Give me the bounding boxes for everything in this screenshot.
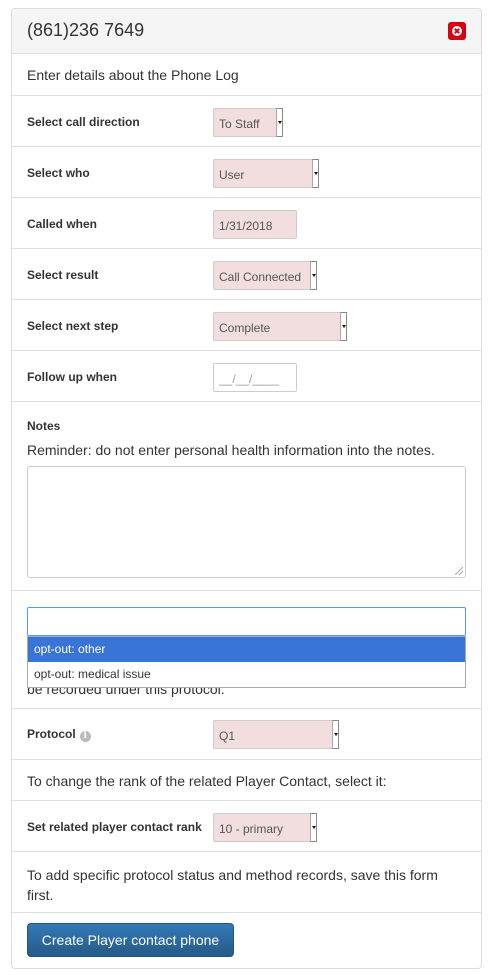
result-row: Select result Call Connected (12, 248, 481, 300)
protocol-label: Protocol (27, 727, 76, 741)
result-label: Select result (27, 268, 99, 282)
chevron-down-icon (340, 312, 347, 341)
notes-textarea[interactable] (27, 466, 466, 578)
call-direction-select[interactable]: To Staff (213, 108, 283, 137)
dropdown-option[interactable]: opt-out: medical issue (28, 662, 465, 687)
chevron-down-icon (312, 159, 319, 188)
called-when-label: Called when (27, 217, 98, 231)
follow-up-input[interactable]: __/__/____ (213, 363, 297, 392)
save-note-row: To add specific protocol status and meth… (12, 851, 481, 913)
save-note: To add specific protocol status and meth… (27, 867, 438, 903)
rank-note: To change the rank of the related Player… (27, 773, 387, 789)
call-direction-row: Select call direction To Staff (12, 95, 481, 147)
result-value: Call Connected (219, 270, 302, 284)
rank-value: 10 - primary (219, 822, 284, 836)
protocol-row: Protocol i Q1 (12, 708, 481, 760)
close-icon[interactable] (448, 22, 466, 40)
phone-log-panel: (861)236 7649 Enter details about the Ph… (11, 8, 482, 969)
who-label: Select who (27, 166, 90, 180)
dropdown-search-input[interactable] (27, 607, 466, 636)
result-select[interactable]: Call Connected (213, 261, 317, 290)
protocol-value: Q1 (219, 729, 236, 743)
protocol-label-wrap: Protocol i (27, 727, 91, 742)
rank-note-row: To change the rank of the related Player… (12, 759, 481, 801)
next-step-select[interactable]: Complete (213, 312, 347, 341)
chevron-down-icon (310, 813, 317, 842)
resize-grip-icon[interactable] (455, 567, 463, 575)
called-when-input[interactable]: 1/31/2018 (213, 210, 297, 239)
dropdown-list: opt-out: other opt-out: medical issue (27, 636, 466, 688)
called-when-row: Called when 1/31/2018 (12, 197, 481, 249)
chevron-down-icon (310, 261, 317, 290)
notes-reminder: Reminder: do not enter personal health i… (27, 442, 435, 458)
dropdown-option[interactable]: opt-out: other (28, 637, 465, 662)
who-select[interactable]: User (213, 159, 319, 188)
next-step-row: Select next step Complete (12, 299, 481, 351)
intro-row: Enter details about the Phone Log (12, 54, 481, 96)
panel-header: (861)236 7649 (12, 9, 481, 54)
panel-title: (861)236 7649 (27, 20, 145, 40)
rank-label: Set related player contact rank (27, 820, 202, 834)
who-value: User (219, 168, 245, 182)
chevron-down-icon (332, 720, 339, 749)
notes-label: Notes (27, 419, 61, 433)
protocol-select[interactable]: Q1 (213, 720, 339, 749)
rank-row: Set related player contact rank 10 - pri… (12, 800, 481, 852)
rank-select[interactable]: 10 - primary (213, 813, 317, 842)
call-direction-label: Select call direction (27, 115, 140, 129)
who-row: Select who User (12, 146, 481, 198)
follow-up-label: Follow up when (27, 370, 117, 384)
create-player-contact-button[interactable]: Create Player contact phone (27, 923, 234, 957)
call-direction-value: To Staff (219, 117, 260, 131)
info-icon[interactable]: i (79, 731, 91, 742)
next-step-label: Select next step (27, 319, 119, 333)
chevron-down-icon (276, 108, 283, 137)
next-step-value: Complete (219, 321, 271, 335)
intro-text: Enter details about the Phone Log (27, 67, 239, 83)
follow-up-row: Follow up when __/__/____ (12, 350, 481, 402)
